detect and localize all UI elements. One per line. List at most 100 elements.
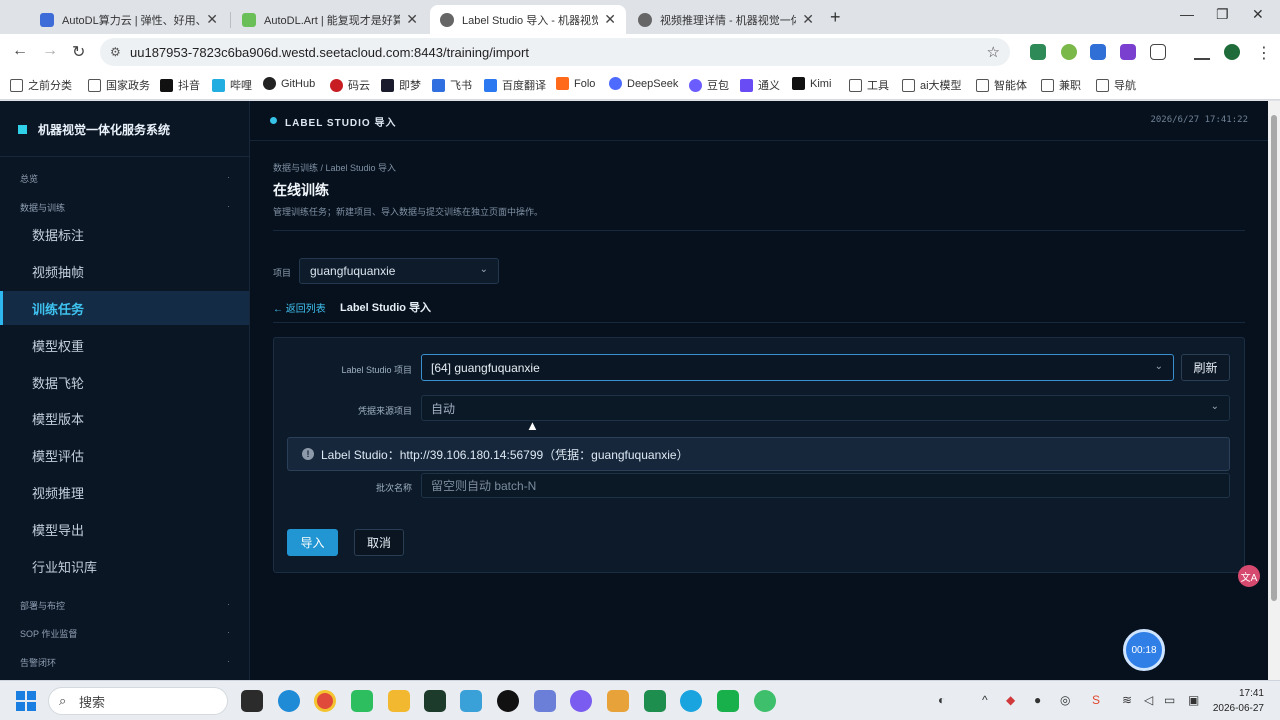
cancel-button[interactable]: 取消 xyxy=(354,529,404,556)
security-app-icon[interactable] xyxy=(754,690,776,712)
ai-assistant-icon[interactable] xyxy=(570,690,592,712)
recording-timer[interactable]: 00:18 xyxy=(1123,629,1165,671)
tray-app-icon[interactable]: ◐ xyxy=(938,693,945,707)
bookmark-star-icon[interactable]: ☆ xyxy=(987,43,1000,61)
bookmark-link[interactable]: 哔哩 xyxy=(212,77,252,93)
sidebar-group-data-training[interactable]: 数据与训练 · xyxy=(20,201,230,214)
chrome-icon[interactable] xyxy=(314,690,336,712)
bookmark-link[interactable]: Folo xyxy=(556,77,595,90)
browser-tab-autodl[interactable]: AutoDL算力云 | 弹性、好用、省 ✕ xyxy=(30,5,228,34)
bookmark-folder[interactable]: 国家政务 xyxy=(88,77,150,93)
sidebar-group-sop[interactable]: SOP 作业监督 · xyxy=(20,627,230,640)
volume-icon[interactable]: ◁ xyxy=(1144,693,1153,707)
scrollbar-thumb[interactable] xyxy=(1271,115,1277,601)
sidebar-item-data-labeling[interactable]: 数据标注 xyxy=(0,217,249,251)
credential-source-select[interactable]: 自动 ⌄ xyxy=(421,395,1230,421)
extension-download-icon[interactable] xyxy=(1030,44,1046,60)
bookmark-link[interactable]: 码云 xyxy=(330,77,370,93)
sidebar-group-alarm[interactable]: 告警闭环 · xyxy=(20,656,230,669)
back-to-list-link[interactable]: ← 返回列表 xyxy=(273,300,326,315)
close-icon[interactable]: ✕ xyxy=(802,11,814,28)
site-info-icon[interactable]: ⚙ xyxy=(110,45,121,59)
downloads-icon[interactable] xyxy=(1194,44,1210,60)
tray-input-method-icon[interactable]: S xyxy=(1092,693,1100,707)
browser-tab-autodl-art[interactable]: AutoDL.Art | 能复现才是好算法 ✕ xyxy=(232,5,428,34)
bookmark-link[interactable]: 飞书 xyxy=(432,77,472,93)
bookmark-folder[interactable]: 导航 xyxy=(1096,77,1136,93)
translate-icon[interactable]: 文A xyxy=(1238,565,1260,587)
excel-icon[interactable] xyxy=(644,690,666,712)
windows-start-icon[interactable] xyxy=(16,691,36,711)
restore-icon[interactable]: ❐ xyxy=(1216,6,1229,23)
extension-markdown-icon[interactable] xyxy=(1090,44,1106,60)
extension-leaf-icon[interactable] xyxy=(1061,44,1077,60)
bookmark-folder[interactable]: 工具 xyxy=(849,77,889,93)
bookmark-link[interactable]: 抖音 xyxy=(160,77,200,93)
wifi-icon[interactable]: ≋ xyxy=(1122,693,1132,707)
file-explorer-icon[interactable] xyxy=(388,690,410,712)
tray-extra-icon[interactable]: ▣ xyxy=(1188,693,1199,707)
new-tab-button[interactable]: + xyxy=(830,7,841,28)
tray-antivirus-icon[interactable]: ◆ xyxy=(1006,693,1015,707)
profile-avatar[interactable] xyxy=(1224,44,1240,60)
task-view-icon[interactable] xyxy=(241,690,263,712)
sidebar-item-training-tasks[interactable]: 训练任务 xyxy=(0,291,249,325)
edge-icon[interactable] xyxy=(278,690,300,712)
bookmark-link[interactable]: 百度翻译 xyxy=(484,77,546,93)
extensions-puzzle-icon[interactable] xyxy=(1150,44,1166,60)
sidebar-item-video-frames[interactable]: 视频抽帧 xyxy=(0,254,249,288)
bookmark-link[interactable]: 豆包 xyxy=(689,77,729,93)
window-close-icon[interactable]: ✕ xyxy=(1252,6,1264,23)
browser-menu-icon[interactable]: ⋮ xyxy=(1256,43,1272,63)
office-icon[interactable] xyxy=(607,690,629,712)
ls-project-select[interactable]: [64] guangfuquanxie ⌄ xyxy=(421,354,1174,381)
sidebar-item-model-evaluation[interactable]: 模型评估 xyxy=(0,438,249,472)
refresh-button[interactable]: 刷新 xyxy=(1181,354,1230,381)
wechat-icon[interactable] xyxy=(351,690,373,712)
bookmark-link[interactable]: Kimi xyxy=(792,77,831,90)
sidebar-item-video-inference[interactable]: 视频推理 xyxy=(0,475,249,509)
browser-tab-video-inference[interactable]: 视频推理详情 - 机器视觉一体化 ✕ xyxy=(628,5,824,34)
bookmark-folder[interactable]: 智能体 xyxy=(976,77,1027,93)
tray-network-app-icon[interactable]: ◎ xyxy=(1060,693,1070,707)
close-icon[interactable]: ✕ xyxy=(604,11,616,28)
bookmark-link[interactable]: GitHub xyxy=(263,77,315,90)
qq-icon[interactable] xyxy=(497,690,519,712)
close-icon[interactable]: ✕ xyxy=(206,11,218,28)
bookmark-folder[interactable]: ai大模型 xyxy=(902,77,962,93)
page-scrollbar[interactable] xyxy=(1268,101,1280,680)
sidebar-item-model-weights[interactable]: 模型权重 xyxy=(0,328,249,362)
import-button[interactable]: 导入 xyxy=(287,529,338,556)
vscode-icon[interactable] xyxy=(534,690,556,712)
close-icon[interactable]: ✕ xyxy=(406,11,418,28)
bookmark-link[interactable]: 通义 xyxy=(740,77,780,93)
system-clock[interactable]: 17:41 2026-06-27 xyxy=(1208,686,1264,716)
back-arrow-icon[interactable]: ← xyxy=(12,42,28,60)
chat-app-icon[interactable] xyxy=(717,690,739,712)
sidebar-group-deploy[interactable]: 部署与布控 · xyxy=(20,599,230,612)
extension-g-icon[interactable] xyxy=(1120,44,1136,60)
sidebar-item-data-flywheel[interactable]: 数据飞轮 xyxy=(0,365,249,399)
microphone-icon[interactable]: ● xyxy=(1034,693,1041,707)
minimize-icon[interactable]: — xyxy=(1180,6,1194,22)
terminal-icon[interactable] xyxy=(424,690,446,712)
bookmark-folder[interactable]: 之前分类 xyxy=(10,77,72,93)
sidebar-item-knowledge-base[interactable]: 行业知识库 xyxy=(0,549,249,583)
project-select[interactable]: guangfuquanxie ⌄ xyxy=(299,258,499,284)
forward-arrow-icon[interactable]: → xyxy=(42,42,58,60)
url-bar[interactable]: ⚙ uu187953-7823c6ba906d.westd.seetacloud… xyxy=(100,38,1010,66)
reload-icon[interactable]: ↻ xyxy=(72,42,85,62)
sidebar-item-model-versions[interactable]: 模型版本 xyxy=(0,401,249,435)
taskbar-search[interactable]: ⌕ 搜索 xyxy=(48,687,228,715)
bookmark-folder[interactable]: 兼职 xyxy=(1041,77,1081,93)
bookmark-link[interactable]: DeepSeek xyxy=(609,77,678,90)
tray-overflow-icon[interactable]: ^ xyxy=(982,693,988,707)
notepad-icon[interactable] xyxy=(460,690,482,712)
batch-name-input[interactable]: 留空则自动 batch-N xyxy=(421,473,1230,498)
browser-tab-label-studio-import[interactable]: Label Studio 导入 - 机器视觉一体化 ✕ xyxy=(430,5,626,34)
browser-app-icon[interactable] xyxy=(680,690,702,712)
sidebar-item-model-export[interactable]: 模型导出 xyxy=(0,512,249,546)
sidebar-group-overview[interactable]: 总览 · xyxy=(20,172,230,185)
battery-icon[interactable]: ▭ xyxy=(1164,693,1175,707)
bookmark-link[interactable]: 即梦 xyxy=(381,77,421,93)
